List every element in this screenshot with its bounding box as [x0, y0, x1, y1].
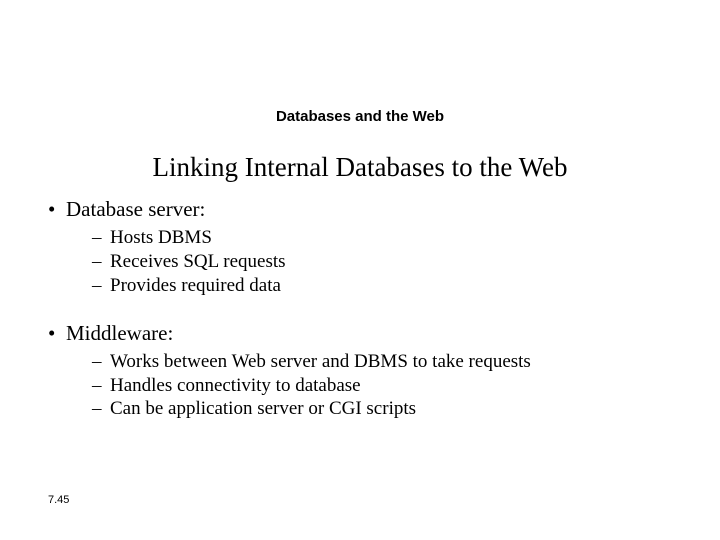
bullet-label: Database server:	[66, 197, 205, 221]
slide: Databases and the Web Linking Internal D…	[0, 0, 720, 540]
sub-item: Works between Web server and DBMS to tak…	[92, 350, 680, 374]
page-number: 7.45	[48, 494, 69, 506]
sub-item: Can be application server or CGI scripts	[92, 397, 680, 421]
bullet-label: Middleware:	[66, 321, 173, 345]
sub-text: Can be application server or CGI scripts	[110, 398, 416, 419]
sub-list: Hosts DBMS Receives SQL requests Provide…	[92, 226, 680, 297]
bullet-item: Middleware:	[48, 320, 680, 346]
bullet-item: Database server:	[48, 196, 680, 222]
sub-text: Receives SQL requests	[110, 251, 286, 272]
slide-body: Database server: Hosts DBMS Receives SQL…	[48, 196, 680, 433]
sub-item: Provides required data	[92, 274, 680, 298]
sub-item: Hosts DBMS	[92, 226, 680, 250]
spacer	[48, 310, 680, 320]
sub-text: Works between Web server and DBMS to tak…	[110, 351, 531, 372]
sub-text: Provides required data	[110, 275, 281, 296]
sub-text: Handles connectivity to database	[110, 375, 361, 396]
sub-item: Handles connectivity to database	[92, 374, 680, 398]
sub-text: Hosts DBMS	[110, 227, 212, 248]
slide-title: Linking Internal Databases to the Web	[0, 152, 720, 183]
sub-list: Works between Web server and DBMS to tak…	[92, 350, 680, 421]
topic-heading: Databases and the Web	[0, 108, 720, 125]
sub-item: Receives SQL requests	[92, 250, 680, 274]
